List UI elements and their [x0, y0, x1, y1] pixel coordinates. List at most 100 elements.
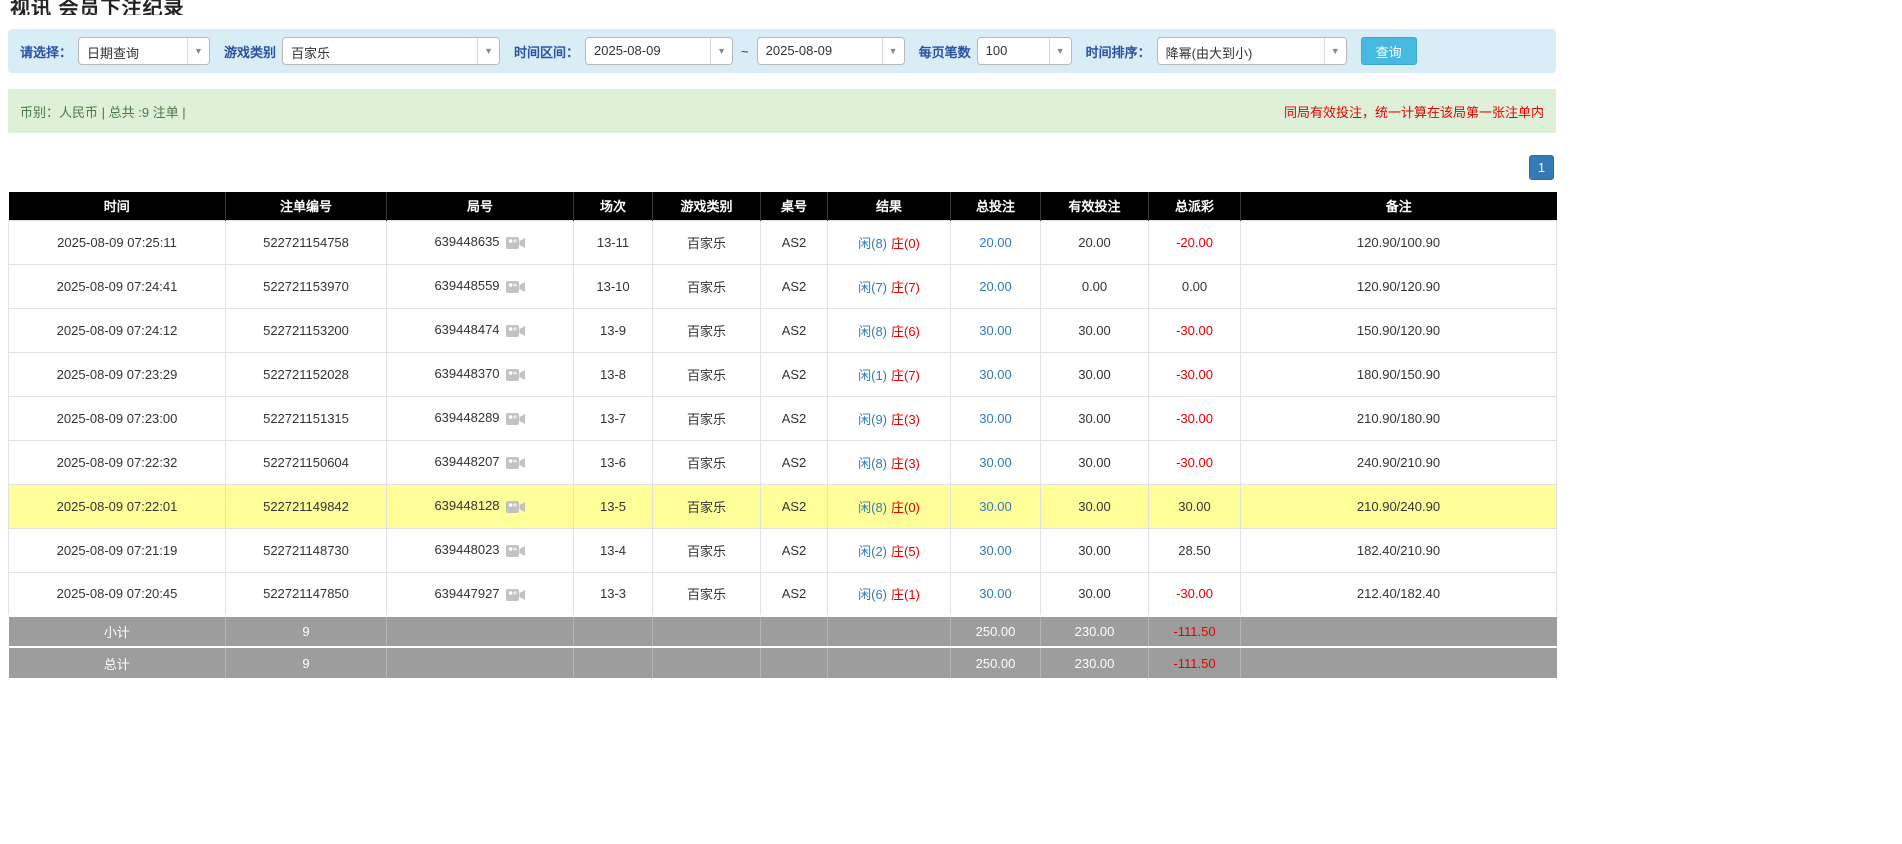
cell-payout: -30.00: [1149, 396, 1241, 440]
cell-table-no: AS2: [761, 484, 828, 528]
cell-time: 2025-08-09 07:24:12: [9, 308, 226, 352]
total-bet-link[interactable]: 30.00: [979, 543, 1012, 558]
table-row: 2025-08-09 07:21:19522721148730639448023…: [9, 528, 1557, 572]
total-bet-link[interactable]: 30.00: [979, 411, 1012, 426]
cell-total-bet: 20.00: [951, 220, 1041, 264]
cell-time: 2025-08-09 07:20:45: [9, 572, 226, 616]
cell-valid-bet: 0.00: [1041, 264, 1149, 308]
video-replay-icon[interactable]: [506, 544, 526, 558]
cell-total-bet: 30.00: [951, 572, 1041, 616]
video-replay-icon[interactable]: [506, 324, 526, 338]
table-row: 2025-08-09 07:22:32522721150604639448207…: [9, 440, 1557, 484]
cell-valid-bet: 30.00: [1041, 352, 1149, 396]
cell-session: 13-10: [574, 264, 653, 308]
total-bet-link[interactable]: 30.00: [979, 367, 1012, 382]
subtotal-count: 9: [226, 616, 387, 647]
cell-result: 闲(8)庄(0): [828, 484, 951, 528]
chevron-down-icon[interactable]: ▼: [477, 38, 499, 64]
column-header-8: 有效投注: [1041, 192, 1149, 220]
cell-payout: -30.00: [1149, 308, 1241, 352]
cell-valid-bet: 30.00: [1041, 396, 1149, 440]
cell-valid-bet: 30.00: [1041, 572, 1149, 616]
cell-payout: -30.00: [1149, 440, 1241, 484]
video-replay-icon[interactable]: [506, 280, 526, 294]
video-replay-icon[interactable]: [506, 588, 526, 602]
cell-remark: 212.40/182.40: [1241, 572, 1557, 616]
filter-bar: 请选择： 日期查询 ▼ 游戏类别 百家乐 ▼ 时间区间： 2025-08-09 …: [8, 29, 1556, 73]
total-bet-link[interactable]: 30.00: [979, 586, 1012, 601]
cell-valid-bet: 30.00: [1041, 440, 1149, 484]
cell-session: 13-3: [574, 572, 653, 616]
cell-result: 闲(8)庄(0): [828, 220, 951, 264]
result-player-text: 闲(9): [858, 412, 887, 427]
cell-game-type: 百家乐: [653, 572, 761, 616]
cell-game-type: 百家乐: [653, 264, 761, 308]
cell-bet-no: 522721153200: [226, 308, 387, 352]
total-bet-link[interactable]: 20.00: [979, 279, 1012, 294]
cell-bet-no: 522721150604: [226, 440, 387, 484]
page-1-button[interactable]: 1: [1529, 155, 1554, 180]
cell-round-no: 639448128: [387, 484, 574, 528]
pagination: 1: [8, 155, 1554, 180]
total-bet-link[interactable]: 30.00: [979, 499, 1012, 514]
round-no-text: 639448559: [434, 278, 499, 293]
same-round-notice-text: 同局有效投注，统一计算在该局第一张注单内: [1284, 102, 1544, 121]
round-no-text: 639448023: [434, 542, 499, 557]
cell-payout: 30.00: [1149, 484, 1241, 528]
cell-round-no: 639448207: [387, 440, 574, 484]
total-total_bet: 250.00: [951, 647, 1041, 678]
page-title: 视讯 会员下注纪录: [10, 0, 1556, 15]
total-empty-cell: [761, 647, 828, 678]
cell-bet-no: 522721148730: [226, 528, 387, 572]
total-empty-cell: [828, 647, 951, 678]
result-banker-text: 庄(5): [891, 544, 920, 559]
cell-session: 13-4: [574, 528, 653, 572]
sort-order-select[interactable]: 降幂(由大到小) ▼: [1157, 37, 1347, 65]
currency-total-text: 币别：人民币 | 总共 :9 注单 |: [20, 102, 186, 121]
search-button[interactable]: 查询: [1361, 37, 1417, 65]
cell-remark: 120.90/100.90: [1241, 220, 1557, 264]
subtotal-empty-cell: [761, 616, 828, 647]
cell-payout: -20.00: [1149, 220, 1241, 264]
per-page-label: 每页笔数: [919, 42, 971, 61]
round-no-text: 639448370: [434, 366, 499, 381]
video-replay-icon[interactable]: [506, 456, 526, 470]
column-header-3: 场次: [574, 192, 653, 220]
query-type-select[interactable]: 日期查询 ▼: [78, 37, 210, 65]
total-count: 9: [226, 647, 387, 678]
chevron-down-icon[interactable]: ▼: [1049, 38, 1071, 64]
table-row: 2025-08-09 07:20:45522721147850639447927…: [9, 572, 1557, 616]
payout-text: -30.00: [1176, 586, 1213, 601]
total-label: 总计: [9, 647, 226, 678]
video-replay-icon[interactable]: [506, 236, 526, 250]
chevron-down-icon[interactable]: ▼: [187, 38, 209, 64]
cell-time: 2025-08-09 07:23:29: [9, 352, 226, 396]
cell-table-no: AS2: [761, 264, 828, 308]
video-replay-icon[interactable]: [506, 368, 526, 382]
cell-valid-bet: 20.00: [1041, 220, 1149, 264]
table-row: 2025-08-09 07:23:00522721151315639448289…: [9, 396, 1557, 440]
total-empty-cell: [653, 647, 761, 678]
video-replay-icon[interactable]: [506, 500, 526, 514]
cell-result: 闲(6)庄(1): [828, 572, 951, 616]
chevron-down-icon[interactable]: ▼: [1324, 38, 1346, 64]
result-banker-text: 庄(0): [891, 236, 920, 251]
chevron-down-icon[interactable]: ▼: [710, 38, 732, 64]
per-page-select[interactable]: 100 ▼: [977, 37, 1072, 65]
date-to-select[interactable]: 2025-08-09 ▼: [757, 37, 905, 65]
game-type-select[interactable]: 百家乐 ▼: [282, 37, 500, 65]
result-banker-text: 庄(7): [891, 368, 920, 383]
round-no-text: 639448635: [434, 234, 499, 249]
date-from-select[interactable]: 2025-08-09 ▼: [585, 37, 733, 65]
total-bet-link[interactable]: 30.00: [979, 323, 1012, 338]
video-replay-icon[interactable]: [506, 412, 526, 426]
total-bet-link[interactable]: 30.00: [979, 455, 1012, 470]
chevron-down-icon[interactable]: ▼: [882, 38, 904, 64]
total-bet-link[interactable]: 20.00: [979, 235, 1012, 250]
round-no-text: 639448474: [434, 322, 499, 337]
payout-text: -30.00: [1176, 323, 1213, 338]
result-banker-text: 庄(1): [891, 587, 920, 602]
cell-remark: 182.40/210.90: [1241, 528, 1557, 572]
cell-result: 闲(1)庄(7): [828, 352, 951, 396]
result-player-text: 闲(2): [858, 544, 887, 559]
